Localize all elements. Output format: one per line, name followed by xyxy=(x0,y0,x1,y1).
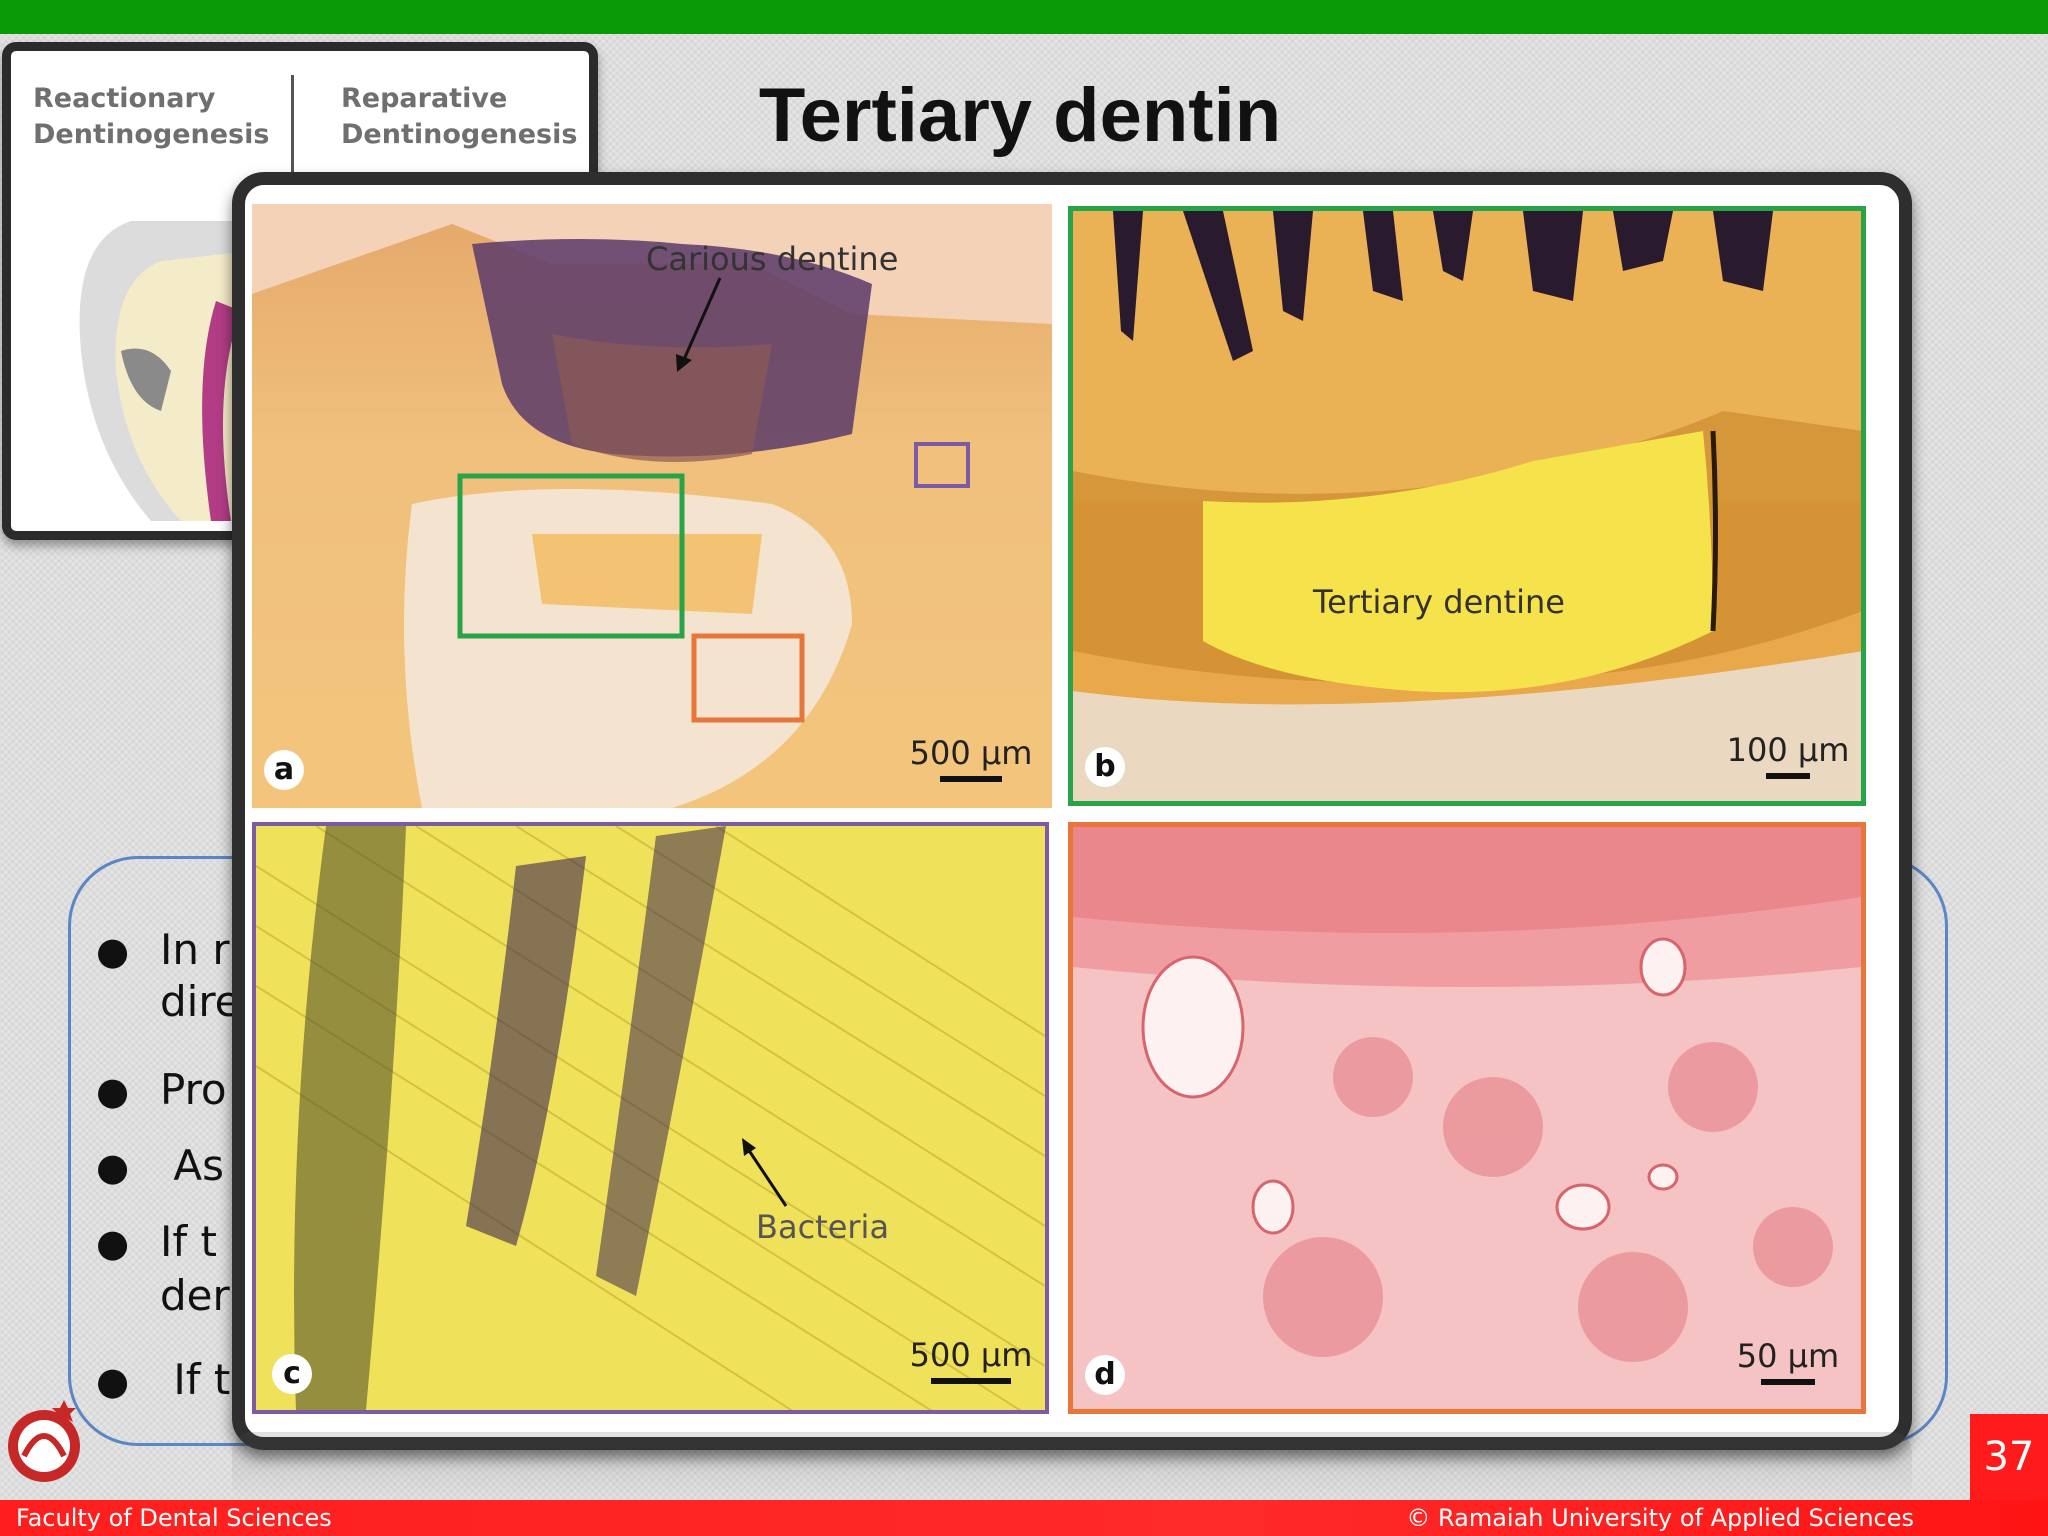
scale-line-b xyxy=(1766,773,1810,779)
bullet-item: ● In r xyxy=(96,925,230,974)
bullet-item-continuation: der xyxy=(160,1271,230,1320)
bullet-item: ● Pro xyxy=(96,1065,227,1114)
footer-bar: Faculty of Dental Sciences © Ramaiah Uni… xyxy=(0,1500,2048,1536)
scale-label-a: 500 µm xyxy=(909,734,1033,772)
dentinal-tubules-bacteria-image xyxy=(256,826,1045,1410)
page-number-badge: 37 xyxy=(1970,1414,2048,1500)
carious-lesion-image xyxy=(252,204,1052,808)
bullet-item: ● As xyxy=(96,1141,224,1190)
figure-reflection xyxy=(232,1432,1912,1502)
tertiary-dentine-label: Tertiary dentine xyxy=(1313,583,1565,621)
footer-copyright: © Ramaiah University of Applied Sciences xyxy=(1406,1504,1914,1532)
scale-bar-c: 500 µm xyxy=(906,1336,1036,1384)
histology-panel-a: Carious dentine a 500 µm xyxy=(252,204,1052,808)
bullet-item-continuation: dire xyxy=(160,977,241,1026)
bullet-item: ● If t xyxy=(96,1217,217,1266)
scale-line-a xyxy=(940,776,1002,782)
histology-panel-b: Tertiary dentine b 100 µm xyxy=(1068,206,1866,806)
bullet-item: ● If t xyxy=(96,1355,231,1404)
scale-label-b: 100 µm xyxy=(1726,731,1850,769)
histology-panel-c: Bacteria c 500 µm xyxy=(252,822,1049,1414)
tertiary-dentine-image xyxy=(1073,211,1861,801)
carious-dentine-label: Carious dentine xyxy=(646,240,899,278)
footer-faculty: Faculty of Dental Sciences xyxy=(16,1504,332,1532)
scale-bar-a: 500 µm xyxy=(906,734,1036,782)
panel-letter-b: b xyxy=(1085,747,1125,787)
scale-label-c: 500 µm xyxy=(909,1336,1033,1374)
histology-panel-d: d 50 µm xyxy=(1068,822,1866,1414)
scale-bar-b: 100 µm xyxy=(1723,731,1853,779)
panel-letter-c: c xyxy=(272,1354,312,1394)
panel-letter-a: a xyxy=(264,750,304,790)
scale-bar-d: 50 µm xyxy=(1723,1337,1853,1385)
pulp-tissue-image xyxy=(1073,827,1861,1362)
university-logo-icon xyxy=(8,1400,80,1482)
panel-letter-d: d xyxy=(1085,1355,1125,1395)
bacteria-label: Bacteria xyxy=(756,1208,890,1246)
scale-line-d xyxy=(1761,1379,1815,1385)
scale-line-c xyxy=(931,1378,1011,1384)
scale-label-d: 50 µm xyxy=(1736,1337,1840,1375)
top-accent-bar xyxy=(0,0,2048,34)
slide-title: Tertiary dentin xyxy=(758,73,1282,158)
